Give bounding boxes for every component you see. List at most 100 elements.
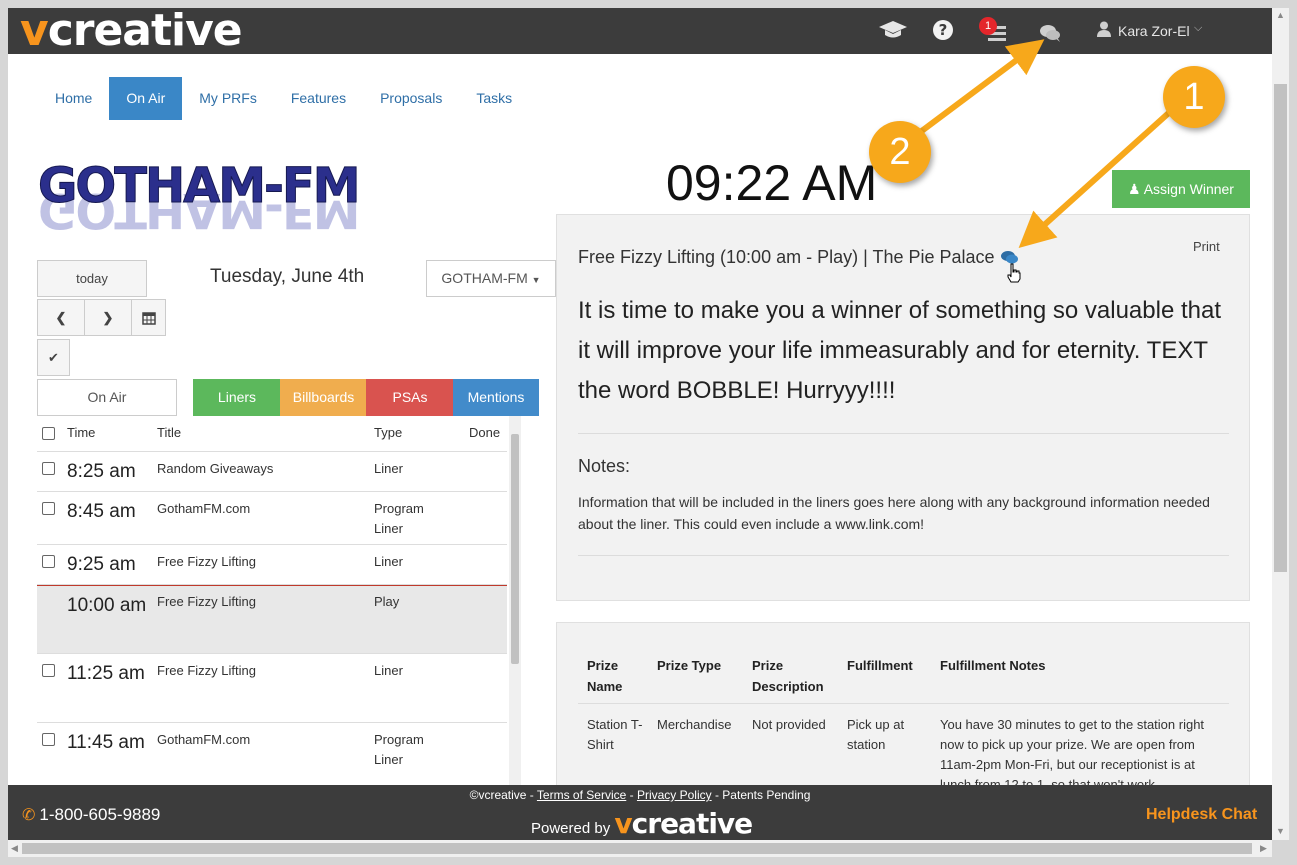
page-vertical-scrollbar-thumb[interactable] bbox=[1274, 84, 1287, 572]
nav-proposals[interactable]: Proposals bbox=[363, 77, 459, 120]
graduation-cap-icon[interactable] bbox=[878, 20, 908, 40]
svg-text:?: ? bbox=[939, 21, 948, 39]
table-row-current[interactable]: 10:00 am Free Fizzy Lifting Play bbox=[37, 585, 507, 654]
row-checkbox[interactable] bbox=[42, 462, 55, 475]
print-link[interactable]: Print bbox=[1193, 239, 1220, 254]
row-checkbox[interactable] bbox=[42, 502, 55, 515]
row-type: Liner bbox=[374, 461, 403, 476]
caret-down-icon: ▼ bbox=[531, 275, 541, 285]
row-type: Program Liner bbox=[374, 501, 424, 536]
divider bbox=[578, 433, 1229, 434]
prize-header-fulfillment: Fulfillment bbox=[847, 658, 913, 673]
row-type: Program Liner bbox=[374, 732, 424, 767]
row-title[interactable]: Free Fizzy Lifting bbox=[157, 554, 256, 569]
nav-features[interactable]: Features bbox=[274, 77, 363, 120]
row-time: 8:25 am bbox=[67, 461, 136, 482]
liner-script: It is time to make you a winner of somet… bbox=[578, 297, 1221, 404]
calendar-icon bbox=[141, 312, 156, 325]
support-phone[interactable]: ✆ 1-800-605-9889 bbox=[22, 805, 160, 825]
divider bbox=[578, 555, 1229, 556]
page-vertical-scrollbar[interactable]: ▲ ▼ bbox=[1272, 8, 1289, 840]
help-icon[interactable]: ? bbox=[932, 19, 954, 41]
row-type: Liner bbox=[374, 554, 403, 569]
main-nav: Home On Air My PRFs Features Proposals T… bbox=[38, 77, 529, 120]
station-dropdown[interactable]: GOTHAM-FM ▼ bbox=[426, 260, 556, 297]
prize-type: Merchandise bbox=[657, 717, 732, 732]
separator: - bbox=[626, 788, 637, 802]
calendar-button[interactable] bbox=[131, 299, 166, 336]
row-title[interactable]: Random Giveaways bbox=[157, 461, 273, 476]
nav-on-air[interactable]: On Air bbox=[109, 77, 183, 120]
select-all-checkbox[interactable] bbox=[42, 427, 55, 440]
scroll-left-icon[interactable]: ◀ bbox=[11, 843, 18, 854]
privacy-link[interactable]: Privacy Policy bbox=[637, 788, 712, 802]
powered-by: Powered by vcreative bbox=[531, 807, 753, 840]
col-time-header: Time bbox=[67, 425, 96, 440]
mark-done-button[interactable]: ✔ bbox=[37, 339, 70, 376]
browser-frame: vcreative ? 1 Kara Zor-El ⌵ Home On Air … bbox=[0, 0, 1297, 865]
helpdesk-chat-link[interactable]: Helpdesk Chat bbox=[1146, 806, 1257, 824]
row-checkbox[interactable] bbox=[42, 733, 55, 746]
tab-liners[interactable]: Liners bbox=[193, 379, 281, 416]
powered-by-logo: vcreative bbox=[614, 807, 753, 840]
row-time: 11:25 am bbox=[67, 663, 145, 684]
liner-detail-panel: Free Fizzy Lifting (10:00 am - Play) | T… bbox=[556, 214, 1250, 601]
chevron-down-icon[interactable]: ⌵ bbox=[1194, 22, 1202, 35]
row-title[interactable]: GothamFM.com bbox=[157, 732, 250, 747]
next-day-button[interactable]: ❯ bbox=[84, 299, 132, 336]
scroll-up-icon[interactable]: ▲ bbox=[1276, 10, 1285, 20]
row-time: 8:45 am bbox=[67, 501, 136, 522]
nav-my-prfs[interactable]: My PRFs bbox=[182, 77, 274, 120]
liner-title: Free Fizzy Lifting (10:00 am - Play) | T… bbox=[578, 247, 995, 267]
nav-home[interactable]: Home bbox=[38, 77, 109, 120]
assign-winner-button[interactable]: ♟ Assign Winner bbox=[1112, 170, 1250, 208]
prev-day-button[interactable]: ❮ bbox=[37, 299, 85, 336]
divider bbox=[578, 703, 1229, 704]
vcreative-logo[interactable]: vcreative bbox=[20, 8, 243, 56]
row-checkbox[interactable] bbox=[42, 664, 55, 677]
assign-winner-label: Assign Winner bbox=[1143, 181, 1234, 197]
current-date: Tuesday, June 4th bbox=[210, 266, 365, 287]
scroll-right-icon[interactable]: ▶ bbox=[1260, 843, 1267, 854]
station-dropdown-label: GOTHAM-FM bbox=[441, 270, 528, 286]
table-row[interactable]: 9:25 am Free Fizzy Lifting Liner bbox=[37, 545, 507, 585]
row-type: Play bbox=[374, 594, 400, 609]
tab-on-air[interactable]: On Air bbox=[37, 379, 177, 416]
terms-link[interactable]: Terms of Service bbox=[537, 788, 626, 802]
schedule-scrollbar-thumb[interactable] bbox=[511, 434, 519, 664]
station-logo-text: GOTHAM-FM bbox=[38, 158, 362, 214]
row-checkbox[interactable] bbox=[42, 555, 55, 568]
hand-cursor-icon bbox=[1007, 263, 1021, 283]
phone-number: 1-800-605-9889 bbox=[39, 805, 161, 824]
row-title[interactable]: GothamFM.com bbox=[157, 501, 250, 516]
tab-mentions[interactable]: Mentions bbox=[453, 379, 539, 416]
row-type: Liner bbox=[374, 663, 403, 678]
prize-header-fulfillment-notes: Fulfillment Notes bbox=[940, 658, 1046, 673]
user-menu[interactable]: Kara Zor-El bbox=[1118, 23, 1190, 39]
table-row[interactable]: 8:25 am Random Giveaways Liner bbox=[37, 452, 507, 492]
schedule-scrollbar[interactable] bbox=[509, 416, 521, 796]
user-icon: ♟ bbox=[1128, 181, 1141, 197]
row-title[interactable]: Free Fizzy Lifting bbox=[157, 663, 256, 678]
phone-icon: ✆ bbox=[22, 807, 36, 824]
page-horizontal-scrollbar[interactable]: ◀ ▶ bbox=[8, 840, 1272, 857]
schedule-table: Time Title Type Done 8:25 am Random Give… bbox=[37, 416, 521, 796]
notification-badge: 1 bbox=[979, 17, 997, 35]
tab-psas[interactable]: PSAs bbox=[366, 379, 454, 416]
row-title[interactable]: Free Fizzy Lifting bbox=[157, 594, 256, 609]
col-title-header: Title bbox=[157, 425, 182, 440]
chat-icon[interactable] bbox=[1039, 24, 1061, 42]
prize-fulfillment: Pick up at station bbox=[847, 717, 905, 752]
notes-heading: Notes: bbox=[578, 456, 631, 476]
page-horizontal-scrollbar-thumb[interactable] bbox=[22, 843, 1252, 854]
chevron-right-icon: ❯ bbox=[102, 310, 114, 325]
table-row[interactable]: 11:25 am Free Fizzy Lifting Liner bbox=[37, 654, 507, 723]
nav-tasks[interactable]: Tasks bbox=[459, 77, 529, 120]
table-row[interactable]: 8:45 am GothamFM.com Program Liner bbox=[37, 492, 507, 545]
today-button[interactable]: today bbox=[37, 260, 147, 297]
tab-billboards[interactable]: Billboards bbox=[280, 379, 367, 416]
callout-2: 2 bbox=[869, 121, 931, 183]
prize-header-name: Prize Name bbox=[587, 658, 623, 694]
scroll-down-icon[interactable]: ▼ bbox=[1276, 826, 1285, 836]
legal-links: ©vcreative - Terms of Service - Privacy … bbox=[8, 788, 1272, 802]
